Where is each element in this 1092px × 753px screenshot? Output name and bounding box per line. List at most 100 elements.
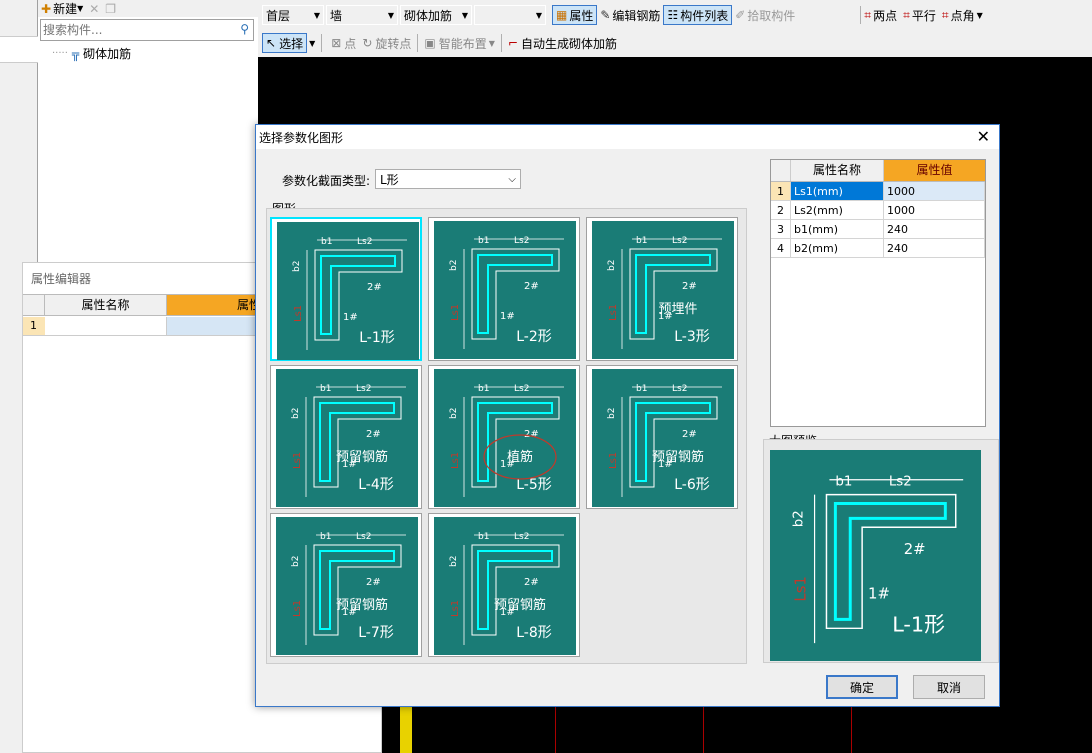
header-corner	[23, 295, 45, 315]
wall-outline	[629, 248, 718, 340]
shape-thumbnail[interactable]: b1 Ls2 b2 Ls1 2# 1# 预留钢筋 L-4形	[270, 365, 422, 509]
row-number: 2	[771, 201, 791, 219]
point-angle-button[interactable]: ⌗ 点角 ▼	[939, 5, 986, 25]
pick-component-button[interactable]: ✐ 拾取构件	[732, 5, 798, 25]
tree-item-masonry-rebar[interactable]: ····· ╦ 砌体加筋	[52, 45, 131, 62]
floor-select[interactable]: 首层 ▼	[262, 5, 324, 25]
row-value-cell[interactable]: 240	[884, 239, 985, 257]
component-select[interactable]: 砌体加筋 ▼	[400, 5, 472, 25]
rebar-label-2: 2#	[524, 281, 539, 292]
shape-image: b1 Ls2 b2 Ls1 2# 1# 预留钢筋 L-4形	[276, 369, 418, 507]
shape-subtitle: 预埋件	[658, 302, 697, 317]
parallel-label: 平行	[911, 8, 936, 23]
rebar-label-2: 2#	[524, 577, 539, 588]
delete-icon[interactable]: ✕	[89, 2, 99, 16]
shape-thumbnail[interactable]: b1 Ls2 b2 Ls1 2# 1# L-2形	[428, 217, 580, 361]
canvas-yellow-line	[400, 705, 412, 753]
properties-icon: ▦	[556, 8, 568, 22]
row-name-cell[interactable]: Ls1(mm)	[791, 182, 884, 200]
ok-label: 确定	[849, 680, 874, 695]
table-row[interactable]: 3 b1(mm) 240	[771, 220, 985, 239]
component-select-2[interactable]: ▼	[474, 5, 546, 25]
shape-drawing: b1 Ls2b2Ls12#1#预留钢筋L-7形	[291, 532, 406, 645]
section-type-select[interactable]: L形 ⌵	[375, 169, 521, 189]
row-name-cell[interactable]: b1(mm)	[791, 220, 884, 238]
row-name-cell[interactable]: Ls2(mm)	[791, 201, 884, 219]
row-value-cell[interactable]: 240	[884, 220, 985, 238]
shape-image: b1 Ls2 b2 Ls1 2# 1# 预留钢筋 L-8形	[434, 517, 576, 655]
rebar-label-2: 2#	[682, 281, 697, 292]
row-number: 4	[771, 239, 791, 257]
dim-label-ls2: Ls2	[514, 236, 529, 246]
auto-generate-button[interactable]: ⌐ 自动生成砌体加筋	[505, 33, 620, 53]
rebar-path	[319, 402, 395, 482]
row-name-cell[interactable]	[45, 317, 167, 335]
chevron-down-icon[interactable]: ▼	[309, 39, 315, 48]
point-icon: ⊠	[331, 36, 342, 50]
rebar-label-2: 2#	[366, 577, 381, 588]
parallel-icon: ⌗	[903, 7, 910, 22]
shape-thumbnail[interactable]: b1 Ls2 b2 Ls1 2# 1# L-1形	[270, 217, 422, 361]
auto-generate-icon: ⌐	[507, 36, 518, 50]
two-points-icon: ⌗	[864, 7, 872, 22]
properties-button[interactable]: ▦ 属性	[552, 5, 598, 25]
properties-label: 属性	[569, 8, 594, 23]
shape-caption: L-3形	[674, 329, 710, 345]
table-row[interactable]: 4 b2(mm) 240	[771, 239, 985, 258]
floor-value: 首层	[266, 8, 291, 23]
dialog-title: 选择参数化图形	[259, 130, 344, 145]
dim-label-ls1: Ls1	[608, 452, 619, 469]
shape-thumbnail[interactable]: b1 Ls2 b2 Ls1 2# 1# 植筋 L-5形	[428, 365, 580, 509]
parallel-button[interactable]: ⌗ 平行	[900, 5, 939, 25]
shape-thumbnail[interactable]: b1 Ls2 b2 Ls1 2# 1# 预留钢筋 L-8形	[428, 513, 580, 657]
shape-drawing: b1 Ls2b2Ls12#1#预留钢筋L-8形	[449, 532, 564, 645]
smart-layout-button[interactable]: ▣ 智能布置 ▼	[421, 33, 498, 53]
dropdown-arrow-icon[interactable]: ▼	[77, 4, 83, 13]
dim-label-b2: b2	[291, 556, 301, 567]
shape-image: b1 Ls2 b2 Ls1 2# 1# L-2形	[434, 221, 576, 359]
search-icon[interactable]: ⚲	[240, 22, 249, 36]
dim-label-b1: b1	[320, 384, 331, 394]
close-icon[interactable]: ✕	[977, 127, 990, 146]
toolbar-separator	[500, 34, 502, 52]
component-list-button[interactable]: ☷ 构件列表	[663, 5, 733, 25]
shape-caption: L-1形	[359, 330, 395, 346]
new-icon[interactable]: ✚	[41, 2, 51, 16]
select-button[interactable]: ↖ 选择	[262, 33, 308, 53]
edit-rebar-label: 编辑钢筋	[612, 8, 661, 23]
type-select[interactable]: 墙 ▼	[326, 5, 398, 25]
search-box[interactable]: ⚲	[40, 19, 254, 41]
rebar-path	[320, 255, 396, 335]
rotate-point-button[interactable]: ↻ 旋转点	[359, 33, 414, 53]
table-row[interactable]: 2 Ls2(mm) 1000	[771, 201, 985, 220]
search-input[interactable]	[41, 20, 227, 40]
toolbar-row-2: ↖ 选择 ▼ ⊠ 点 ↻ 旋转点 ▣ 智能布置 ▼ ⌐ 自动生成砌体加筋	[262, 32, 1092, 54]
shape-thumbnail[interactable]: b1 Ls2 b2 Ls1 2# 1# 预留钢筋 L-6形	[586, 365, 738, 509]
dim-label-b2: b2	[291, 408, 301, 419]
property-editor-title: 属性编辑器	[31, 272, 92, 286]
two-points-label: 两点	[873, 8, 898, 23]
shape-thumbnail[interactable]: b1 Ls2 b2 Ls1 2# 1# 预埋件 L-3形	[586, 217, 738, 361]
table-row[interactable]: 1 Ls1(mm) 1000	[771, 182, 985, 201]
copy-icon[interactable]: ❐	[105, 2, 116, 16]
section-type-value: L形	[380, 172, 399, 187]
smart-layout-label: 智能布置	[438, 36, 487, 51]
row-value-cell[interactable]: 1000	[884, 201, 985, 219]
chevron-down-icon: ▼	[313, 10, 320, 20]
canvas-red-line	[555, 705, 556, 753]
two-points-button[interactable]: ⌗ 两点	[861, 5, 900, 25]
row-name-cell[interactable]: b2(mm)	[791, 239, 884, 257]
point-button[interactable]: ⊠ 点	[328, 33, 359, 53]
shape-caption: L-2形	[516, 329, 552, 345]
new-button[interactable]: 新建	[53, 0, 77, 17]
ok-button[interactable]: 确定	[826, 675, 898, 699]
shape-thumbnail[interactable]: b1 Ls2 b2 Ls1 2# 1# 预留钢筋 L-7形	[270, 513, 422, 657]
cancel-button[interactable]: 取消	[913, 675, 985, 699]
edit-rebar-button[interactable]: ✎ 编辑钢筋	[597, 5, 663, 25]
left-edge-strip	[0, 36, 38, 63]
dim-label-b2: b2	[792, 510, 807, 527]
dim-label-b2: b2	[449, 556, 459, 567]
row-value-cell[interactable]: 1000	[884, 182, 985, 200]
rebar-path	[477, 402, 553, 482]
rebar-label-2: 2#	[367, 282, 382, 293]
